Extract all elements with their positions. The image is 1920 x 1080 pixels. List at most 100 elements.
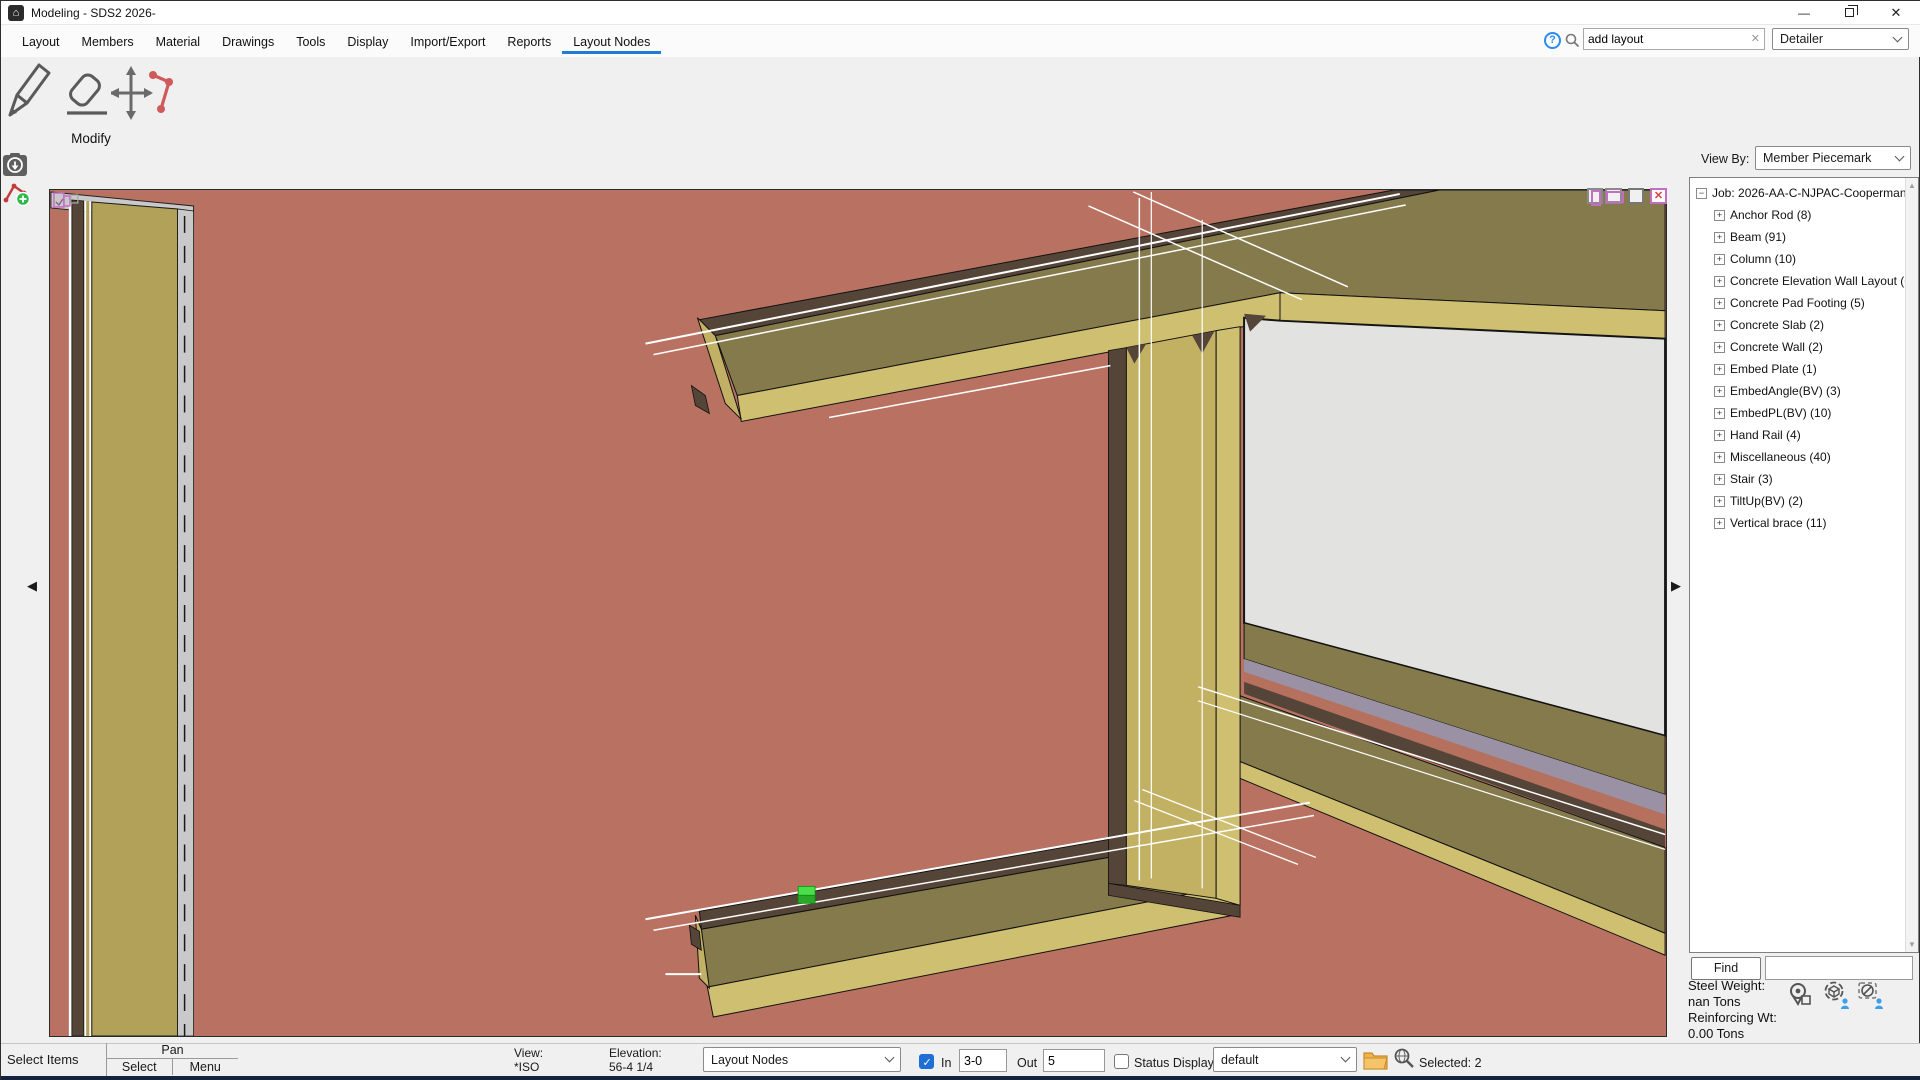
view-readout: View: *ISO bbox=[514, 1047, 543, 1074]
menu-item-layout[interactable]: Layout bbox=[11, 29, 71, 54]
single-view-icon[interactable] bbox=[1628, 188, 1644, 204]
selected-node-marker[interactable] bbox=[798, 886, 815, 903]
window-title: Modeling - SDS2 2026- bbox=[31, 6, 156, 20]
tree-item-embed-plate[interactable]: +Embed Plate (1) bbox=[1690, 358, 1918, 380]
split-horizontal-icon[interactable] bbox=[1605, 188, 1622, 204]
tree-scrollbar[interactable]: ▲ ▼ bbox=[1905, 178, 1918, 952]
clear-search-icon[interactable]: ✕ bbox=[1751, 32, 1760, 45]
tree-item-anchor-rod[interactable]: +Anchor Rod (8) bbox=[1690, 204, 1918, 226]
out-label: Out bbox=[1017, 1056, 1037, 1070]
expand-box-icon[interactable]: + bbox=[1714, 254, 1725, 265]
status-display-checkbox[interactable] bbox=[1114, 1054, 1129, 1069]
expand-box-icon[interactable]: + bbox=[1714, 364, 1725, 375]
expand-box-icon[interactable]: + bbox=[1714, 408, 1725, 419]
tree-item-embedangle-bv-[interactable]: + EmbedAngle(BV) (3) bbox=[1690, 380, 1918, 402]
expand-box-icon[interactable]: + bbox=[1714, 320, 1725, 331]
locate-member-icon[interactable] bbox=[1787, 981, 1817, 1011]
add-layout-node-icon[interactable] bbox=[3, 179, 31, 207]
menu-item-layout-nodes[interactable]: Layout Nodes bbox=[562, 29, 661, 54]
tree-item-concrete-slab[interactable]: +Concrete Slab (2) bbox=[1690, 314, 1918, 336]
tree-item-label: Concrete Wall (2) bbox=[1730, 340, 1823, 354]
tree-item-concrete-pad-footing[interactable]: + Concrete Pad Footing (5) bbox=[1690, 292, 1918, 314]
tree-items: +Anchor Rod (8)+Beam (91)+Column (10)+Co… bbox=[1690, 204, 1918, 534]
in-checkbox[interactable] bbox=[919, 1054, 934, 1069]
find-button[interactable]: Find bbox=[1691, 957, 1761, 980]
tree-item-vertical-brace[interactable]: +Vertical brace (11) bbox=[1690, 512, 1918, 534]
menu-item-members[interactable]: Members bbox=[71, 29, 145, 54]
in-label: In bbox=[941, 1056, 951, 1070]
tree-item-stair[interactable]: + Stair (3) bbox=[1690, 468, 1918, 490]
menu-item-drawings[interactable]: Drawings bbox=[211, 29, 285, 54]
command-search[interactable]: ✕ bbox=[1583, 28, 1765, 50]
search-input[interactable] bbox=[1588, 30, 1743, 48]
draw-tool-button[interactable] bbox=[7, 57, 53, 121]
close-button[interactable]: ✕ bbox=[1873, 1, 1919, 25]
out-depth-input[interactable] bbox=[1043, 1049, 1105, 1072]
menu-item-import-export[interactable]: Import/Export bbox=[399, 29, 496, 54]
in-depth-input[interactable] bbox=[959, 1049, 1007, 1072]
tree-root[interactable]: − Job: 2026-AA-C-NJPAC-Cooperman- bbox=[1690, 182, 1918, 204]
depth-preset-dropdown[interactable]: Layout Nodes bbox=[703, 1047, 901, 1072]
expand-box-icon[interactable]: + bbox=[1714, 298, 1725, 309]
scroll-down-icon[interactable]: ▼ bbox=[1908, 940, 1916, 949]
tree-item-label: EmbedAngle(BV) (3) bbox=[1730, 384, 1841, 398]
expand-box-icon[interactable]: + bbox=[1714, 452, 1725, 463]
erase-tool-button[interactable] bbox=[59, 71, 115, 121]
collapse-right-icon[interactable]: ▶ bbox=[1671, 578, 1681, 594]
reinforcing-weight-label: Reinforcing Wt: bbox=[1688, 1010, 1777, 1025]
restore-icon bbox=[1845, 8, 1854, 17]
expand-box-icon[interactable]: + bbox=[1714, 518, 1725, 529]
tree-item-tiltup-bv-[interactable]: + TiltUp(BV) (2) bbox=[1690, 490, 1918, 512]
open-display-folder-icon[interactable] bbox=[1363, 1049, 1388, 1070]
tree-item-column[interactable]: +Column (10) bbox=[1690, 248, 1918, 270]
split-vertical-icon[interactable] bbox=[1587, 188, 1603, 204]
menu-item-material[interactable]: Material bbox=[145, 29, 211, 54]
collapse-box-icon[interactable]: − bbox=[1696, 188, 1707, 199]
display-preset-dropdown[interactable]: default bbox=[1213, 1047, 1357, 1072]
wall-panel-edge[interactable] bbox=[92, 202, 178, 1036]
tree-item-hand-rail[interactable]: + Hand Rail (4) bbox=[1690, 424, 1918, 446]
window-bottom-edge bbox=[1, 1076, 1920, 1080]
restore-button[interactable] bbox=[1827, 1, 1873, 25]
close-view-icon[interactable]: ✕ bbox=[1650, 188, 1667, 204]
model-status-user-icon[interactable] bbox=[1823, 981, 1853, 1011]
expand-box-icon[interactable]: + bbox=[1714, 430, 1725, 441]
app-icon: ⌂ bbox=[8, 5, 24, 21]
hide-status-user-icon[interactable] bbox=[1857, 981, 1887, 1011]
elevation-value: 56-4 1/4 bbox=[609, 1061, 662, 1075]
tree-item-label: TiltUp(BV) (2) bbox=[1730, 494, 1803, 508]
menu-item-reports[interactable]: Reports bbox=[496, 29, 562, 54]
tree-item-concrete-wall[interactable]: + Concrete Wall (2) bbox=[1690, 336, 1918, 358]
status-display-label: Status Display bbox=[1134, 1056, 1214, 1070]
expand-box-icon[interactable]: + bbox=[1714, 276, 1725, 287]
tree-item-label: Concrete Pad Footing (5) bbox=[1730, 296, 1865, 310]
modify-move-tool-button[interactable] bbox=[111, 63, 175, 121]
expand-box-icon[interactable]: + bbox=[1714, 496, 1725, 507]
title-bar: ⌂ Modeling - SDS2 2026- — ✕ bbox=[1, 1, 1920, 25]
snapshot-download-icon[interactable] bbox=[3, 153, 27, 177]
scroll-up-icon[interactable]: ▲ bbox=[1908, 181, 1916, 190]
tree-item-embedpl-bv-[interactable]: +EmbedPL(BV) (10) bbox=[1690, 402, 1918, 424]
expand-box-icon[interactable]: + bbox=[1714, 342, 1725, 353]
minimize-button[interactable]: — bbox=[1781, 1, 1827, 25]
help-icon[interactable]: ? bbox=[1544, 32, 1561, 49]
search-scope-dropdown[interactable]: Detailer bbox=[1772, 28, 1909, 50]
mouse-left-hint: Select bbox=[107, 1059, 173, 1075]
tree-item-miscellaneous[interactable]: +Miscellaneous (40) bbox=[1690, 446, 1918, 468]
modify-toolbar-label: Modify bbox=[53, 131, 129, 146]
tree-item-label: Stair (3) bbox=[1730, 472, 1773, 486]
collapse-left-icon[interactable]: ◀ bbox=[27, 578, 37, 594]
expand-box-icon[interactable]: + bbox=[1714, 474, 1725, 485]
view-by-dropdown[interactable]: Member Piecemark bbox=[1755, 146, 1911, 170]
model-viewport[interactable] bbox=[49, 189, 1667, 1037]
tree-item-label: Hand Rail (4) bbox=[1730, 428, 1801, 442]
tree-item-concrete-elevation-wall-layout[interactable]: +Concrete Elevation Wall Layout (6) bbox=[1690, 270, 1918, 292]
expand-box-icon[interactable]: + bbox=[1714, 386, 1725, 397]
menu-item-display[interactable]: Display bbox=[336, 29, 399, 54]
menu-item-tools[interactable]: Tools bbox=[285, 29, 336, 54]
find-input[interactable] bbox=[1765, 956, 1913, 980]
expand-box-icon[interactable]: + bbox=[1714, 210, 1725, 221]
expand-box-icon[interactable]: + bbox=[1714, 232, 1725, 243]
selection-search-icon[interactable] bbox=[1393, 1047, 1416, 1070]
tree-item-beam[interactable]: +Beam (91) bbox=[1690, 226, 1918, 248]
